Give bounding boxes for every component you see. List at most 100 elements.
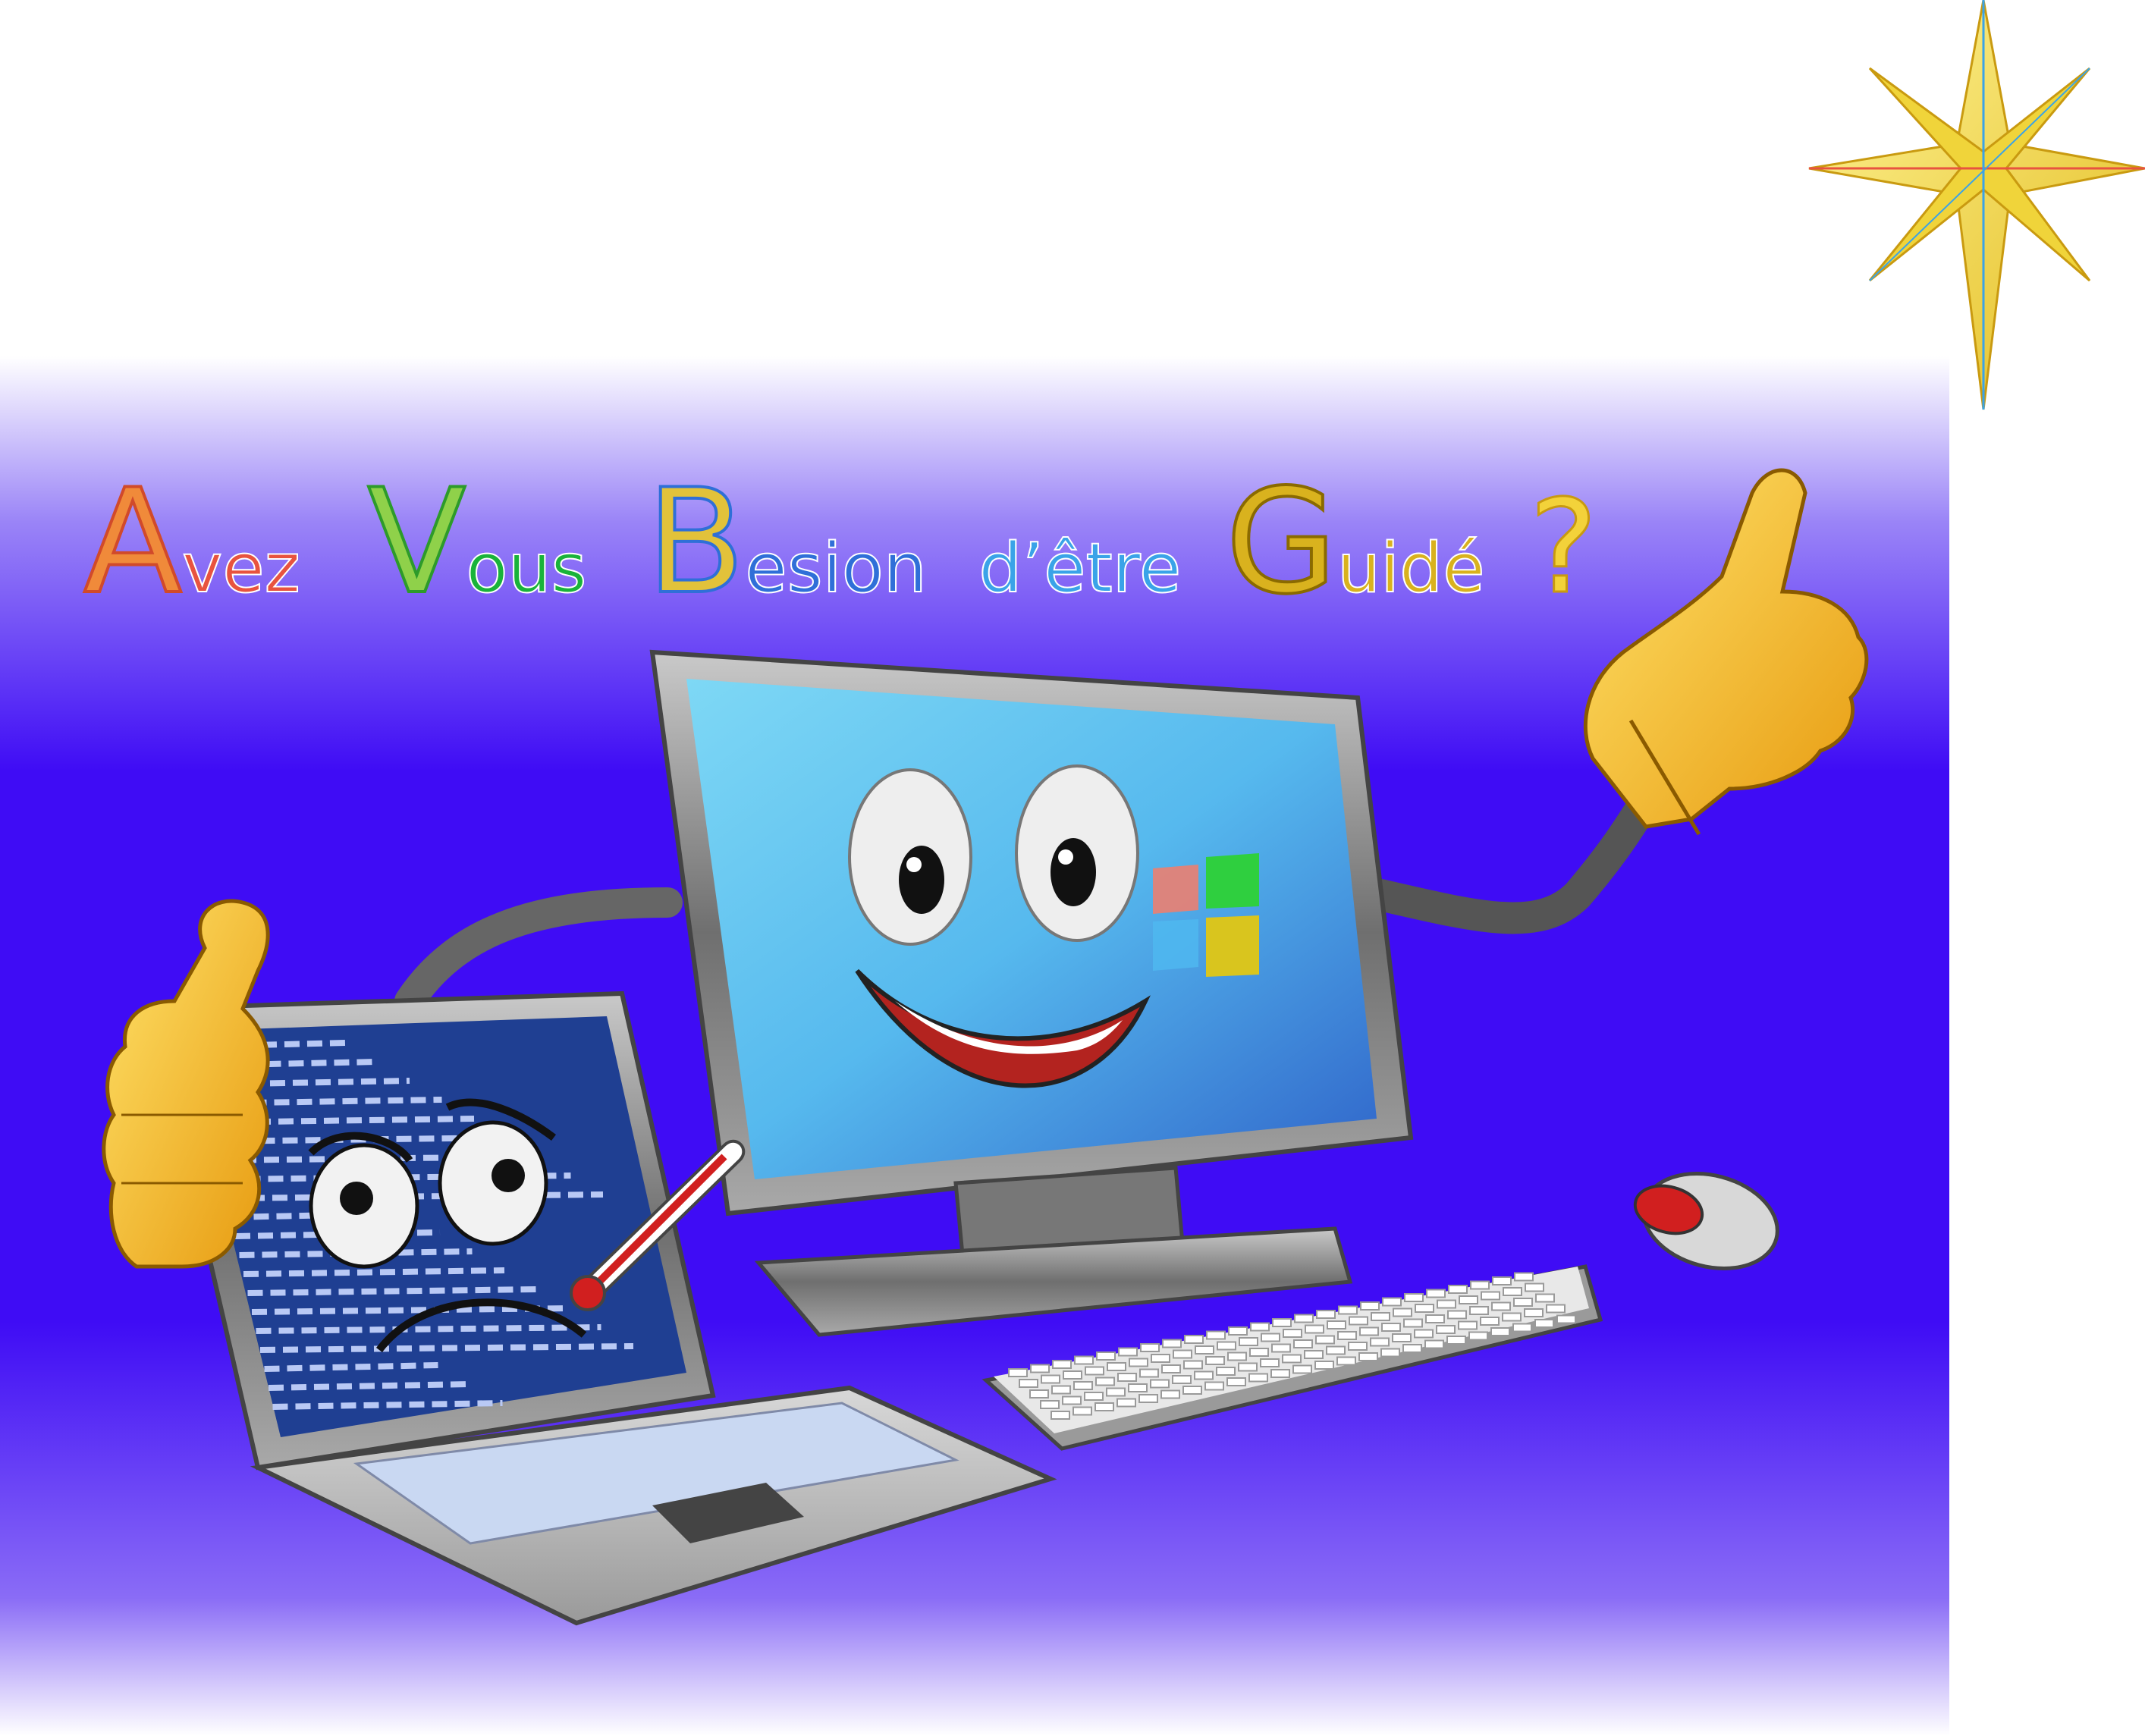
keyboard-key	[1073, 1381, 1093, 1390]
headline-word-1-rest: vez	[182, 529, 300, 608]
keyboard-key	[1425, 1314, 1445, 1323]
keyboard-key	[1492, 1276, 1512, 1286]
keyboard-key	[1393, 1307, 1412, 1317]
keyboard-key	[1151, 1354, 1170, 1363]
keyboard-key	[1294, 1314, 1314, 1323]
keyboard-key	[1106, 1387, 1126, 1397]
keyboard-key	[1238, 1362, 1258, 1372]
keyboard-key	[1118, 1347, 1138, 1357]
keyboard-key	[1139, 1368, 1159, 1378]
code-line	[268, 1381, 471, 1391]
keyboard-key	[1250, 1322, 1270, 1332]
keyboard-key	[1437, 1299, 1456, 1309]
keyboard-key	[1248, 1373, 1268, 1383]
keyboard-key	[1195, 1345, 1214, 1355]
keyboard-key	[1041, 1374, 1060, 1384]
keyboard-key	[1458, 1320, 1478, 1330]
keyboard-key	[1348, 1342, 1368, 1351]
keyboard-key	[1381, 1323, 1401, 1332]
keyboard-key	[1480, 1317, 1500, 1326]
keyboard-key	[1182, 1386, 1202, 1395]
keyboard-key	[1327, 1320, 1346, 1329]
question-mark: ?	[1529, 472, 1597, 623]
headline-word-1-initial: A	[83, 458, 182, 626]
keyboard-key	[1138, 1394, 1158, 1403]
keyboard-key	[1085, 1366, 1104, 1376]
keyboard-key	[1173, 1349, 1192, 1359]
keyboard-key	[1513, 1298, 1533, 1307]
keyboard-key	[1062, 1395, 1082, 1405]
keyboard-key	[1271, 1343, 1291, 1353]
keyboard-key	[1469, 1306, 1489, 1315]
keyboard-key	[1140, 1343, 1160, 1352]
headline-word-3-initial: B	[646, 458, 745, 626]
keyboard-key	[1358, 1352, 1378, 1361]
keyboard-key	[1514, 1272, 1534, 1282]
keyboard-key	[1249, 1348, 1269, 1357]
keyboard-key	[1512, 1323, 1532, 1333]
keyboard-key	[1468, 1331, 1488, 1341]
headline-word-5-rest: uidé	[1337, 529, 1485, 608]
keyboard-key	[1128, 1383, 1148, 1392]
keyboard-key	[1382, 1297, 1402, 1307]
keyboard-key	[1534, 1319, 1554, 1328]
keyboard-key	[1239, 1337, 1258, 1346]
keyboard-key	[1270, 1369, 1290, 1378]
keyboard-key	[1008, 1368, 1028, 1377]
keyboard-key	[1040, 1400, 1060, 1409]
keyboard-key	[1217, 1341, 1236, 1351]
keyboard-key	[1426, 1289, 1446, 1298]
keyboard-key	[1074, 1355, 1094, 1365]
keyboard-key	[1338, 1305, 1358, 1315]
keyboard-key	[1415, 1304, 1434, 1313]
keyboard-key	[1336, 1356, 1356, 1366]
keyboard-key	[1150, 1379, 1170, 1389]
keyboard-key	[1292, 1364, 1312, 1374]
keyboard-key	[1204, 1381, 1224, 1391]
keyboard-key	[1216, 1367, 1236, 1376]
keyboard-key	[1205, 1356, 1225, 1365]
keyboard-key	[1490, 1327, 1510, 1336]
keyboard-key	[1556, 1314, 1576, 1324]
keyboard-key	[1304, 1350, 1324, 1359]
keyboard-key	[1261, 1333, 1280, 1342]
keyboard-key	[1194, 1370, 1214, 1380]
keyboard-key	[1546, 1304, 1566, 1314]
keyboard-key	[1206, 1330, 1226, 1340]
keyboard-key	[1084, 1392, 1104, 1401]
headline-word-5-initial: G	[1226, 458, 1337, 626]
keyboard-key	[1094, 1402, 1114, 1411]
keyboard-key	[1349, 1316, 1368, 1326]
keyboard-key	[1436, 1325, 1456, 1334]
keyboard-key	[1184, 1335, 1204, 1344]
keyboard-key	[1448, 1285, 1468, 1294]
keyboard-key	[1481, 1291, 1500, 1301]
keyboard-key	[1160, 1389, 1180, 1399]
keyboard-key	[1503, 1287, 1522, 1296]
keyboard-key	[1424, 1339, 1444, 1349]
keyboard-key	[1228, 1326, 1248, 1336]
keyboard-key	[1359, 1326, 1379, 1336]
monitor-screen	[686, 679, 1377, 1179]
keyboard-key	[1470, 1280, 1490, 1290]
keyboard-key	[1370, 1337, 1390, 1347]
keyboard-key	[1161, 1364, 1181, 1373]
keyboard-key	[1162, 1339, 1182, 1348]
keyboard-key	[1183, 1360, 1203, 1370]
headline-word-2-rest: ous	[466, 529, 586, 608]
keyboard-key	[1404, 1293, 1424, 1302]
keyboard-key	[1535, 1293, 1555, 1303]
keyboard-key	[1305, 1324, 1324, 1334]
keyboard-key	[1107, 1362, 1126, 1371]
keyboard-key	[1293, 1339, 1313, 1348]
keyboard-key	[1316, 1310, 1336, 1319]
keyboard-key	[1525, 1282, 1544, 1292]
keyboard-key	[1129, 1358, 1148, 1367]
keyboard-key	[1260, 1358, 1280, 1367]
headline-word-3-rest: esion	[745, 529, 926, 608]
illustration-canvas: Avez Vous Besion d’être Guidé ?	[0, 0, 2145, 1736]
keyboard-key	[1502, 1312, 1522, 1322]
keyboard-key	[1051, 1411, 1070, 1420]
keyboard-key	[1226, 1377, 1246, 1386]
keyboard-key	[1096, 1351, 1116, 1361]
